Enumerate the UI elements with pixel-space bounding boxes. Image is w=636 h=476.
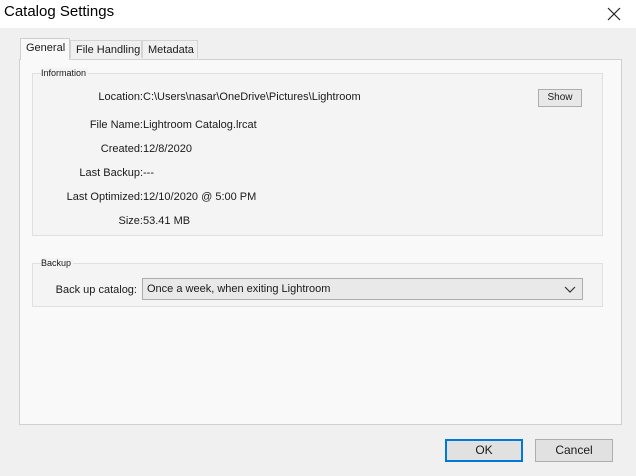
ok-button[interactable]: OK — [445, 439, 523, 462]
size-value: 53.41 MB — [143, 215, 191, 227]
title-bar: Catalog Settings — [0, 0, 636, 28]
close-button[interactable] — [600, 0, 628, 28]
backup-frequency-value: Once a week, when exiting Lightroom — [147, 283, 331, 295]
tab-metadata[interactable]: Metadata — [142, 40, 198, 58]
catalog-settings-dialog: Catalog Settings General File Handling M… — [0, 0, 636, 476]
backup-group-title: Backup — [41, 258, 74, 268]
show-location-button[interactable]: Show — [538, 89, 582, 107]
last-optimized-value: 12/10/2020 @ 5:00 PM — [143, 191, 257, 203]
information-group-title: Information — [41, 68, 89, 78]
last-backup-label: Last Backup: — [79, 167, 143, 179]
window-title: Catalog Settings — [4, 3, 115, 20]
backup-frequency-select[interactable]: Once a week, when exiting Lightroom — [142, 278, 583, 300]
last-backup-value: --- — [143, 167, 154, 179]
created-value: 12/8/2020 — [143, 143, 192, 155]
chevron-down-icon — [564, 286, 576, 293]
tab-file-handling[interactable]: File Handling — [70, 40, 142, 58]
backup-group: Backup Back up catalog: Once a week, whe… — [32, 258, 603, 307]
size-label: Size: — [118, 215, 143, 227]
file-name-value: Lightroom Catalog.lrcat — [143, 119, 257, 131]
cancel-button[interactable]: Cancel — [535, 439, 613, 462]
file-name-label: File Name: — [89, 119, 143, 131]
last-optimized-label: Last Optimized: — [66, 191, 143, 203]
close-icon — [607, 7, 621, 21]
location-value: C:\Users\nasar\OneDrive\Pictures\Lightro… — [143, 91, 361, 103]
information-group: Information Location: C:\Users\nasar\One… — [32, 68, 603, 236]
backup-catalog-label: Back up catalog: — [55, 284, 137, 296]
general-tab-panel: Information Location: C:\Users\nasar\One… — [19, 59, 622, 425]
tab-general[interactable]: General — [20, 38, 70, 60]
location-label: Location: — [98, 91, 143, 103]
created-label: Created: — [100, 143, 143, 155]
